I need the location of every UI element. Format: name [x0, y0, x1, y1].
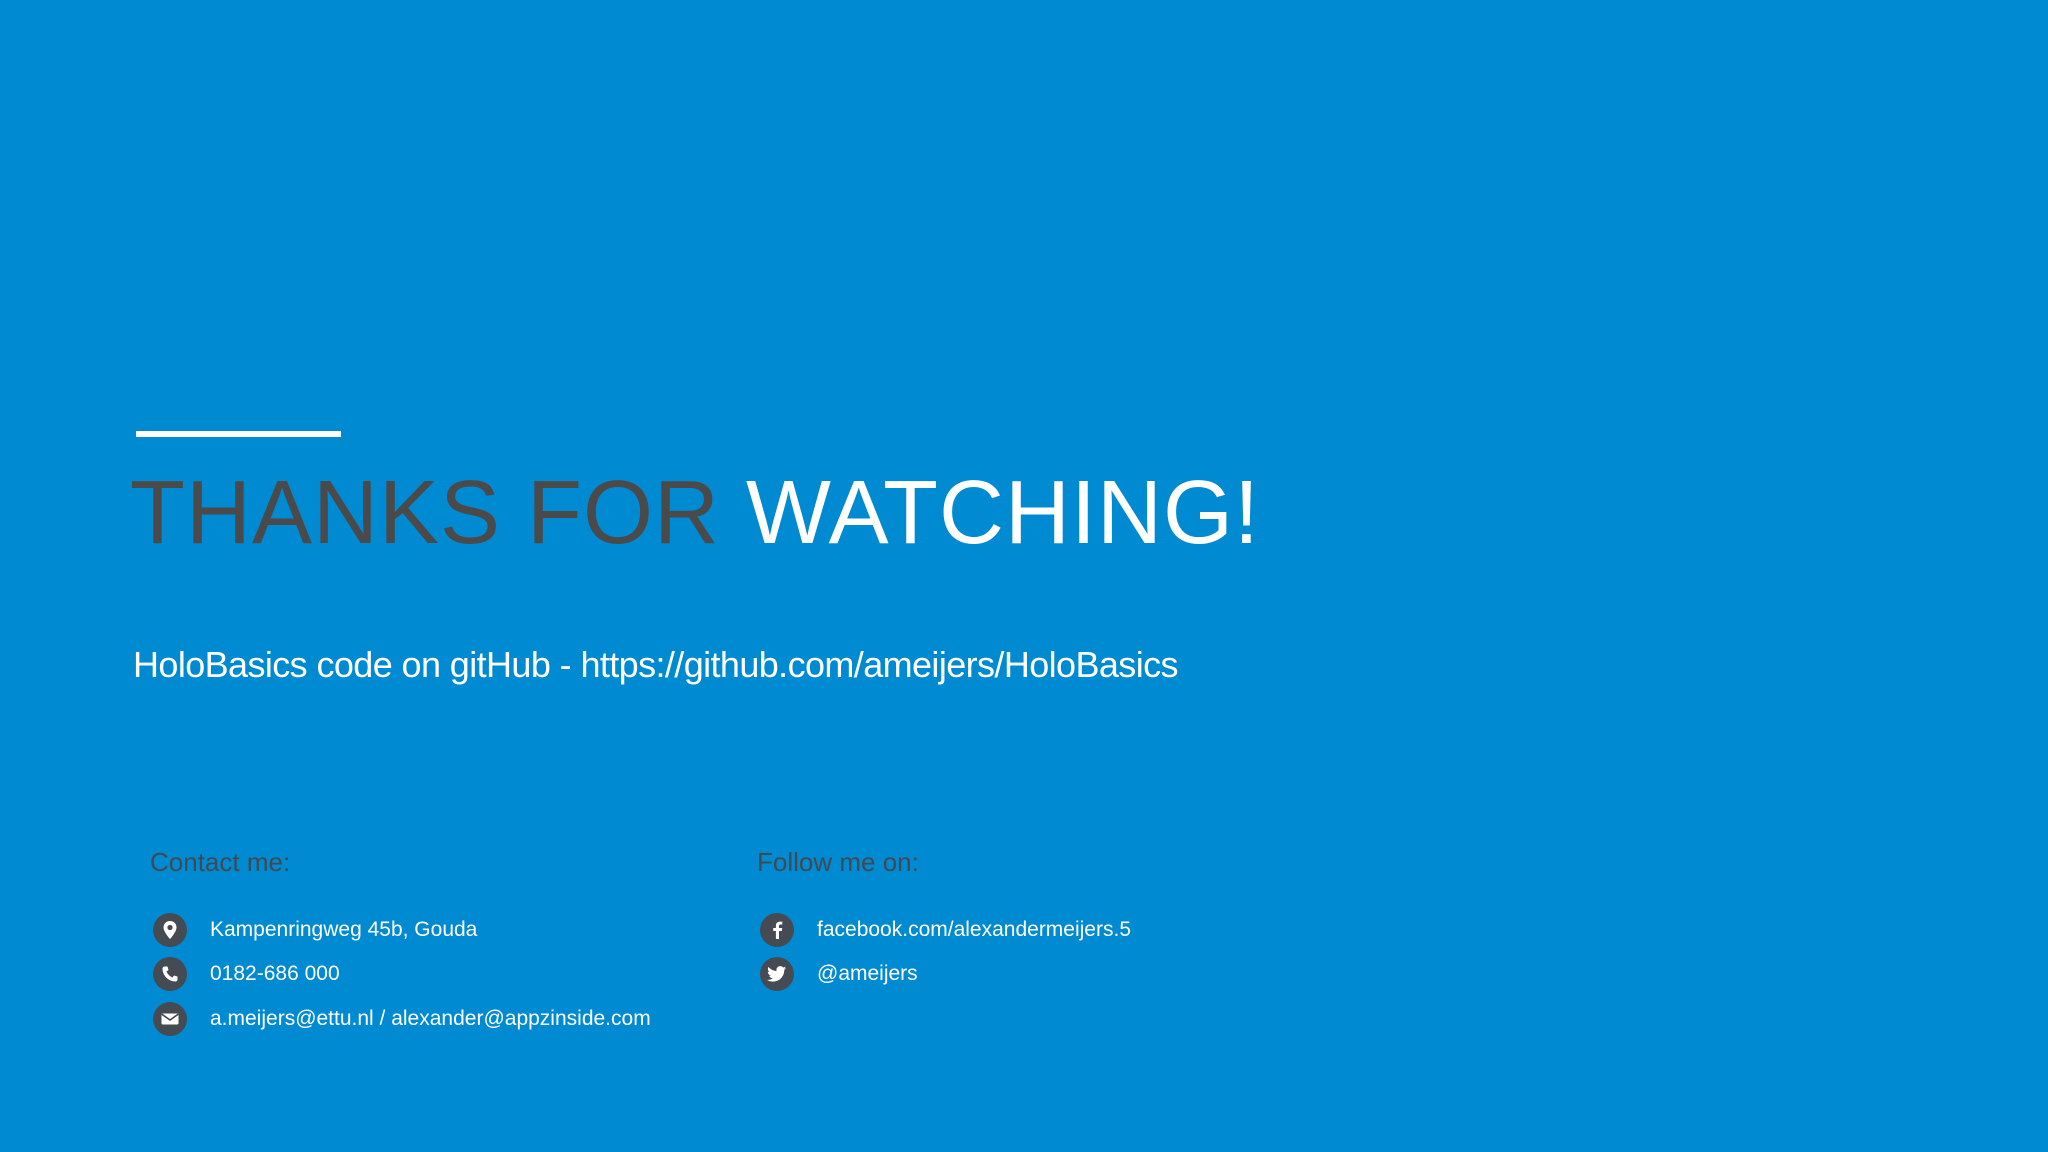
twitter-handle-text[interactable]: @ameijers — [817, 960, 918, 988]
contact-phone-row: 0182-686 000 — [153, 956, 340, 992]
slide-title-part-2: WATCHING! — [746, 463, 1260, 563]
contact-email-row: a.meijers@ettu.nl / alexander@appzinside… — [153, 1001, 651, 1037]
slide-title: THANKS FOR WATCHING! — [130, 458, 1260, 568]
phone-icon — [153, 957, 187, 991]
follow-twitter-row: @ameijers — [760, 956, 918, 992]
contact-phone-text[interactable]: 0182-686 000 — [210, 960, 340, 988]
follow-heading: Follow me on: — [757, 847, 919, 877]
email-icon — [153, 1002, 187, 1036]
facebook-link-text[interactable]: facebook.com/alexandermeijers.5 — [817, 916, 1131, 944]
slide: THANKS FOR WATCHING! HoloBasics code on … — [0, 0, 2048, 1152]
github-link-text[interactable]: HoloBasics code on gitHub - https://gith… — [133, 642, 1179, 688]
facebook-icon[interactable] — [760, 913, 794, 947]
contact-heading: Contact me: — [150, 847, 291, 877]
contact-address-text: Kampenringweg 45b, Gouda — [210, 918, 478, 941]
contact-address-row: Kampenringweg 45b, Gouda — [153, 912, 477, 948]
twitter-icon[interactable] — [760, 957, 794, 991]
title-accent-rule — [136, 431, 341, 437]
location-pin-icon — [153, 913, 187, 947]
follow-facebook-row: facebook.com/alexandermeijers.5 — [760, 912, 1131, 948]
contact-email-text[interactable]: a.meijers@ettu.nl / alexander@appzinside… — [210, 1005, 651, 1033]
slide-title-part-1: THANKS FOR — [130, 463, 747, 563]
